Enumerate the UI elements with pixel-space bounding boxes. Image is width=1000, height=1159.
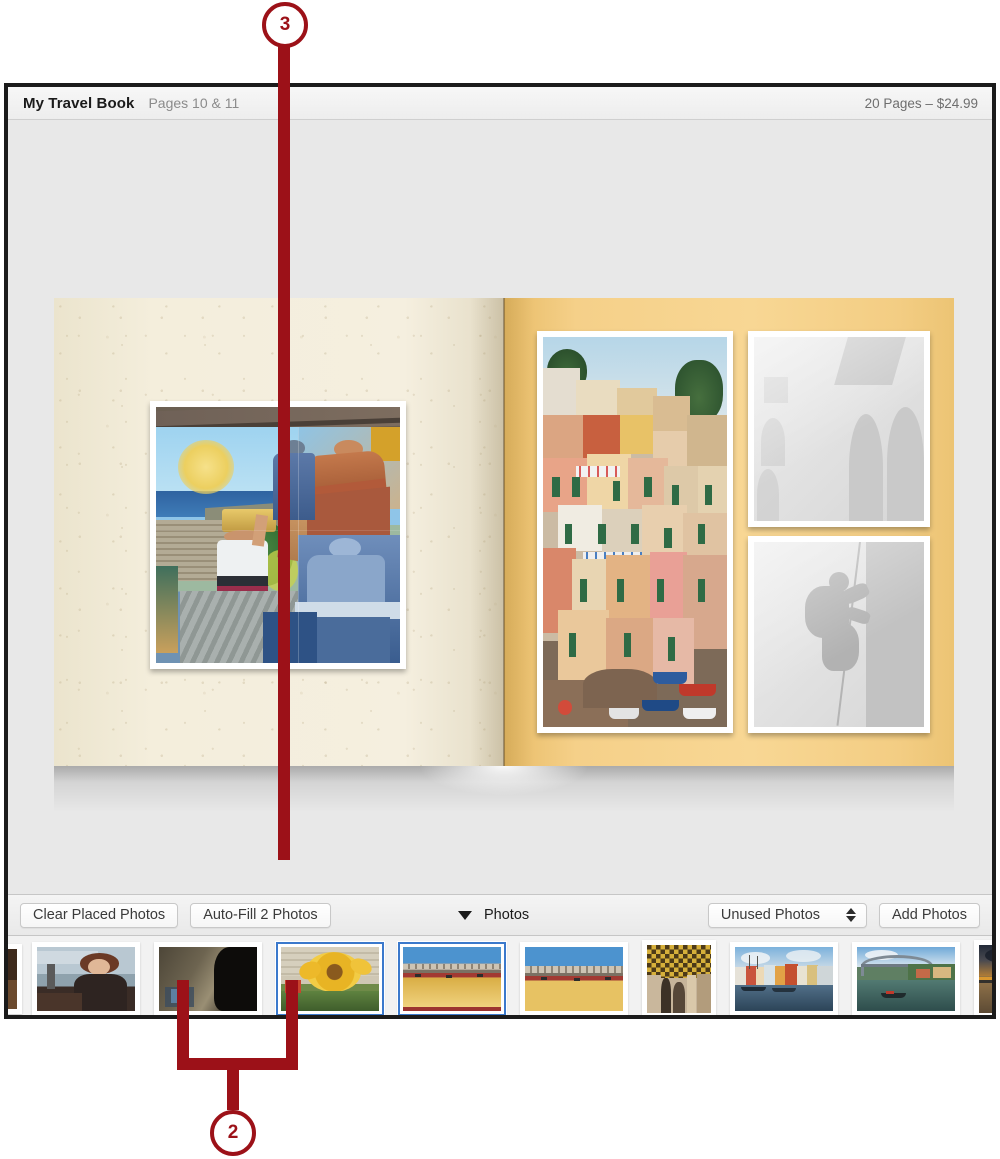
- thumb-image: [647, 945, 711, 1013]
- thumb-bullring-a[interactable]: [397, 941, 507, 1015]
- empty-photo-frame-top[interactable]: [748, 331, 930, 527]
- book-summary-label: 20 Pages – $24.99: [864, 95, 978, 111]
- photo-book-window: My Travel Book Pages 10 & 11 20 Pages – …: [4, 83, 996, 1019]
- climber-icon: [754, 542, 924, 727]
- thumb-image: [159, 947, 257, 1011]
- thumb-arcade-ceiling[interactable]: [642, 940, 716, 1015]
- book-canvas[interactable]: Options: [8, 120, 992, 894]
- thumb-dom-luis-bridge[interactable]: [852, 942, 960, 1015]
- thumb-image: [403, 947, 501, 1011]
- left-spine-shading: [470, 298, 504, 766]
- window-titlebar: My Travel Book Pages 10 & 11 20 Pages – …: [8, 87, 992, 120]
- thumb-image: [525, 947, 623, 1011]
- thumb-pier-partial[interactable]: [8, 944, 22, 1014]
- thumb-dark-silhouette[interactable]: [154, 942, 262, 1015]
- callout-2-leader-left: [177, 980, 189, 1070]
- callout-3-leader-line: [278, 30, 290, 860]
- empty-photo-frame-bottom[interactable]: [748, 536, 930, 733]
- stepper-icon[interactable]: [846, 908, 857, 922]
- thumb-image: [857, 947, 955, 1011]
- thumb-woman-portrait[interactable]: [32, 942, 140, 1015]
- callout-3: 3: [262, 2, 308, 48]
- screenshot-root: My Travel Book Pages 10 & 11 20 Pages – …: [0, 0, 1000, 1159]
- right-page-photo-frame[interactable]: [537, 331, 733, 733]
- page-range-label: Pages 10 & 11: [148, 95, 240, 111]
- spread-drop-shadow: [54, 766, 954, 812]
- right-spine-shading: [504, 298, 534, 766]
- thumb-image: [979, 945, 992, 1013]
- photo-filter-value: Unused Photos: [720, 907, 821, 923]
- thumb-nyhavn-harbor[interactable]: [730, 942, 838, 1015]
- add-photos-button[interactable]: Add Photos: [879, 902, 980, 928]
- thumb-image: [8, 949, 17, 1009]
- photo-filmstrip[interactable]: [8, 936, 992, 1015]
- book-spine: [503, 298, 505, 766]
- thumb-image: [37, 947, 135, 1011]
- toolbar-right-group: Unused Photos Add Photos: [707, 902, 980, 928]
- thumb-image: [735, 947, 833, 1011]
- callout-2-leader-right: [286, 980, 298, 1070]
- photos-section-label: Photos: [484, 907, 530, 923]
- callout-2-bracket-stem: [227, 1058, 239, 1110]
- photos-disclosure-group[interactable]: Photos: [458, 907, 529, 923]
- thumb-bullring-b[interactable]: [520, 942, 628, 1015]
- book-title: My Travel Book: [23, 94, 135, 112]
- riomaggiore-village-photo: [543, 337, 727, 727]
- chevron-down-icon[interactable]: [458, 910, 472, 920]
- clear-placed-photos-button[interactable]: Clear Placed Photos: [20, 902, 179, 928]
- callout-2: 2: [210, 1110, 256, 1156]
- archway-icon: [754, 337, 924, 521]
- photos-toolbar: Clear Placed Photos Auto-Fill 2 Photos P…: [8, 894, 992, 936]
- auto-fill-photos-button[interactable]: Auto-Fill 2 Photos: [190, 902, 331, 928]
- book-spread[interactable]: Options: [54, 298, 954, 766]
- thumb-beach-sunset[interactable]: [974, 940, 992, 1015]
- photo-filter-popup[interactable]: Unused Photos: [707, 902, 868, 928]
- right-page[interactable]: Options: [504, 298, 954, 766]
